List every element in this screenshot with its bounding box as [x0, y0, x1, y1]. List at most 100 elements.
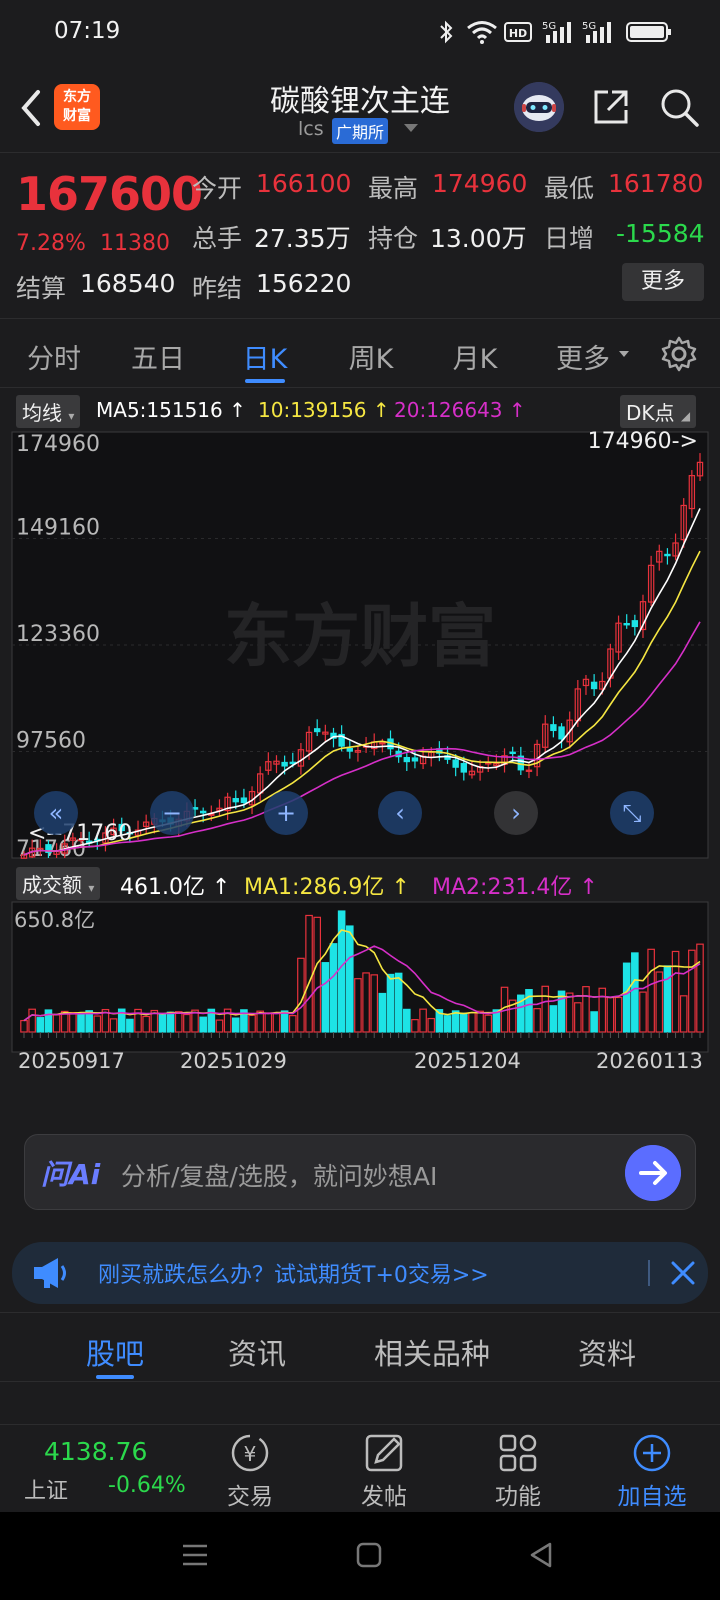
ma5-value: MA5:151516 ↑	[96, 398, 246, 422]
nav-functions[interactable]: 功能	[478, 1425, 558, 1513]
candle-body	[664, 553, 671, 557]
ma20-label: 20:126643	[394, 398, 503, 422]
tab-related-products[interactable]: 相关品种	[370, 1331, 494, 1373]
candle-body	[590, 681, 598, 690]
search-icon[interactable]	[658, 86, 700, 128]
kline-chart[interactable]: 东方财富 1749601491601233609756071760 174960…	[0, 428, 720, 1110]
promo-notice[interactable]: 刚买就跌怎么办？试试期货T+0交易>>	[12, 1242, 708, 1304]
candle-body	[550, 724, 557, 732]
back-triangle-icon[interactable]	[526, 1540, 556, 1570]
candle-body	[509, 751, 516, 755]
candle-body	[623, 623, 630, 626]
scroll-right-button[interactable]: ›	[494, 791, 538, 835]
gear-icon[interactable]	[660, 335, 698, 373]
caret-down-icon: ▾	[68, 409, 75, 423]
index-ticker[interactable]: 4138.76 上证 -0.64%	[0, 1425, 190, 1513]
tab-intraday[interactable]: 分时	[22, 337, 86, 376]
add-circle-icon	[633, 1434, 671, 1472]
settle-value: 168540	[80, 269, 176, 298]
arrow-up-icon: ↑	[579, 875, 598, 900]
ai-input-placeholder[interactable]: 分析/复盘/选股，就问妙想AI	[121, 1157, 437, 1193]
daily-increase-value: -15584	[616, 219, 705, 248]
index-change: -0.64%	[108, 1473, 186, 1498]
index-value: 4138.76	[44, 1437, 148, 1466]
tab-active-indicator	[245, 379, 285, 383]
volume-bar	[460, 1012, 468, 1033]
menu-icon[interactable]	[180, 1540, 210, 1570]
ai-input-box[interactable]: 问Ai 分析/复盘/选股，就问妙想AI	[24, 1134, 696, 1210]
open-label: 今开	[192, 174, 243, 203]
candle-body	[199, 810, 207, 814]
chevron-down-icon[interactable]	[404, 124, 418, 132]
zoom-out-icon: −	[162, 799, 182, 827]
volume-bar	[631, 952, 639, 1033]
more-quote-button[interactable]: 更多	[622, 263, 704, 301]
volume-bar	[166, 1011, 175, 1033]
zoom-in-button[interactable]: +	[264, 791, 308, 835]
candle-body	[460, 763, 468, 773]
period-tabs: 分时 五日 日K 周K 月K 更多	[0, 318, 720, 388]
volume-value: 461.0亿 ↑	[120, 869, 230, 901]
robot-assistant-icon[interactable]	[514, 82, 564, 132]
close-icon[interactable]	[668, 1258, 698, 1288]
trade-icon: ¥	[231, 1434, 269, 1472]
nav-trade[interactable]: ¥ 交易	[210, 1425, 290, 1513]
tab-weekly-k[interactable]: 周K	[338, 337, 404, 376]
arrow-up-icon: ↑	[391, 875, 410, 900]
dk-point-selector[interactable]: DK点 ◢	[620, 395, 697, 428]
share-icon[interactable]	[590, 86, 632, 128]
zoom-in-icon: +	[276, 799, 296, 827]
status-bar: 07:19 HD 5G 5G	[0, 0, 720, 64]
dk-point-label: DK点	[626, 401, 675, 425]
fullscreen-button[interactable]: ⤡	[610, 791, 654, 835]
hd-icon: HD	[504, 22, 532, 42]
ai-send-button[interactable]	[625, 1145, 681, 1201]
bottom-nav: 4138.76 上证 -0.64% ¥ 交易 发帖 功能 加自选	[0, 1424, 720, 1512]
index-name: 上证	[24, 1479, 69, 1504]
scroll-left-button[interactable]: ‹	[378, 791, 422, 835]
volume-bar	[44, 1009, 53, 1033]
signal-5g-icon: 5G	[542, 21, 571, 43]
zoom-out-button[interactable]: −	[150, 791, 194, 835]
home-icon[interactable]	[354, 1540, 384, 1570]
nav-post-label: 发帖	[361, 1484, 407, 1510]
exchange-badge[interactable]: 广期所	[332, 118, 389, 144]
promo-notice-text[interactable]: 刚买就跌怎么办？试试期货T+0交易>>	[98, 1257, 489, 1289]
open-interest-label: 持仓	[368, 224, 419, 253]
date-label: 20251029	[180, 1049, 287, 1073]
volume-bar	[443, 1015, 452, 1033]
tab-daily-k[interactable]: 日K	[232, 337, 298, 376]
tab-five-day[interactable]: 五日	[126, 337, 190, 376]
nav-functions-label: 功能	[495, 1484, 541, 1510]
nav-post[interactable]: 发帖	[344, 1425, 424, 1513]
volume-indicator-selector[interactable]: 成交额 ▾	[16, 867, 101, 900]
content-tabs: 股吧 资讯 相关品种 资料	[0, 1312, 720, 1382]
signal-5g-icon: 5G	[582, 21, 611, 43]
candle-body	[558, 726, 565, 740]
arrow-up-icon: ↑	[508, 398, 526, 422]
nav-add-watchlist[interactable]: 加自选	[612, 1425, 692, 1513]
volume-bar	[394, 972, 403, 1033]
edit-icon	[365, 1434, 403, 1472]
tab-more[interactable]: 更多	[550, 337, 616, 376]
caret-down-icon	[619, 351, 629, 357]
arrow-up-icon: ↑	[211, 875, 231, 900]
page-title: 碳酸锂次主连	[270, 84, 450, 119]
zoom-out-far-button[interactable]: «	[34, 791, 78, 835]
candle-body	[232, 798, 239, 803]
ma10-value: 10:139156 ↑	[258, 398, 390, 422]
tab-monthly-k[interactable]: 月K	[442, 337, 508, 376]
tab-forum[interactable]: 股吧	[82, 1331, 148, 1373]
scroll-right-icon: ›	[511, 799, 521, 827]
scroll-left-icon: ‹	[395, 799, 405, 827]
tab-profile[interactable]: 资料	[574, 1331, 640, 1373]
volume-ma1-label: MA1:286.9亿	[244, 875, 385, 900]
volume-bar	[402, 1008, 411, 1033]
volume-ma1: MA1:286.9亿 ↑	[244, 869, 410, 901]
corner-caret-icon: ◢	[680, 409, 691, 423]
nav-trade-label: 交易	[227, 1484, 273, 1510]
price-axis-label: 123360	[16, 622, 100, 647]
back-icon[interactable]	[16, 86, 46, 130]
ma-selector[interactable]: 均线 ▾	[16, 395, 81, 428]
tab-news[interactable]: 资讯	[224, 1331, 290, 1373]
